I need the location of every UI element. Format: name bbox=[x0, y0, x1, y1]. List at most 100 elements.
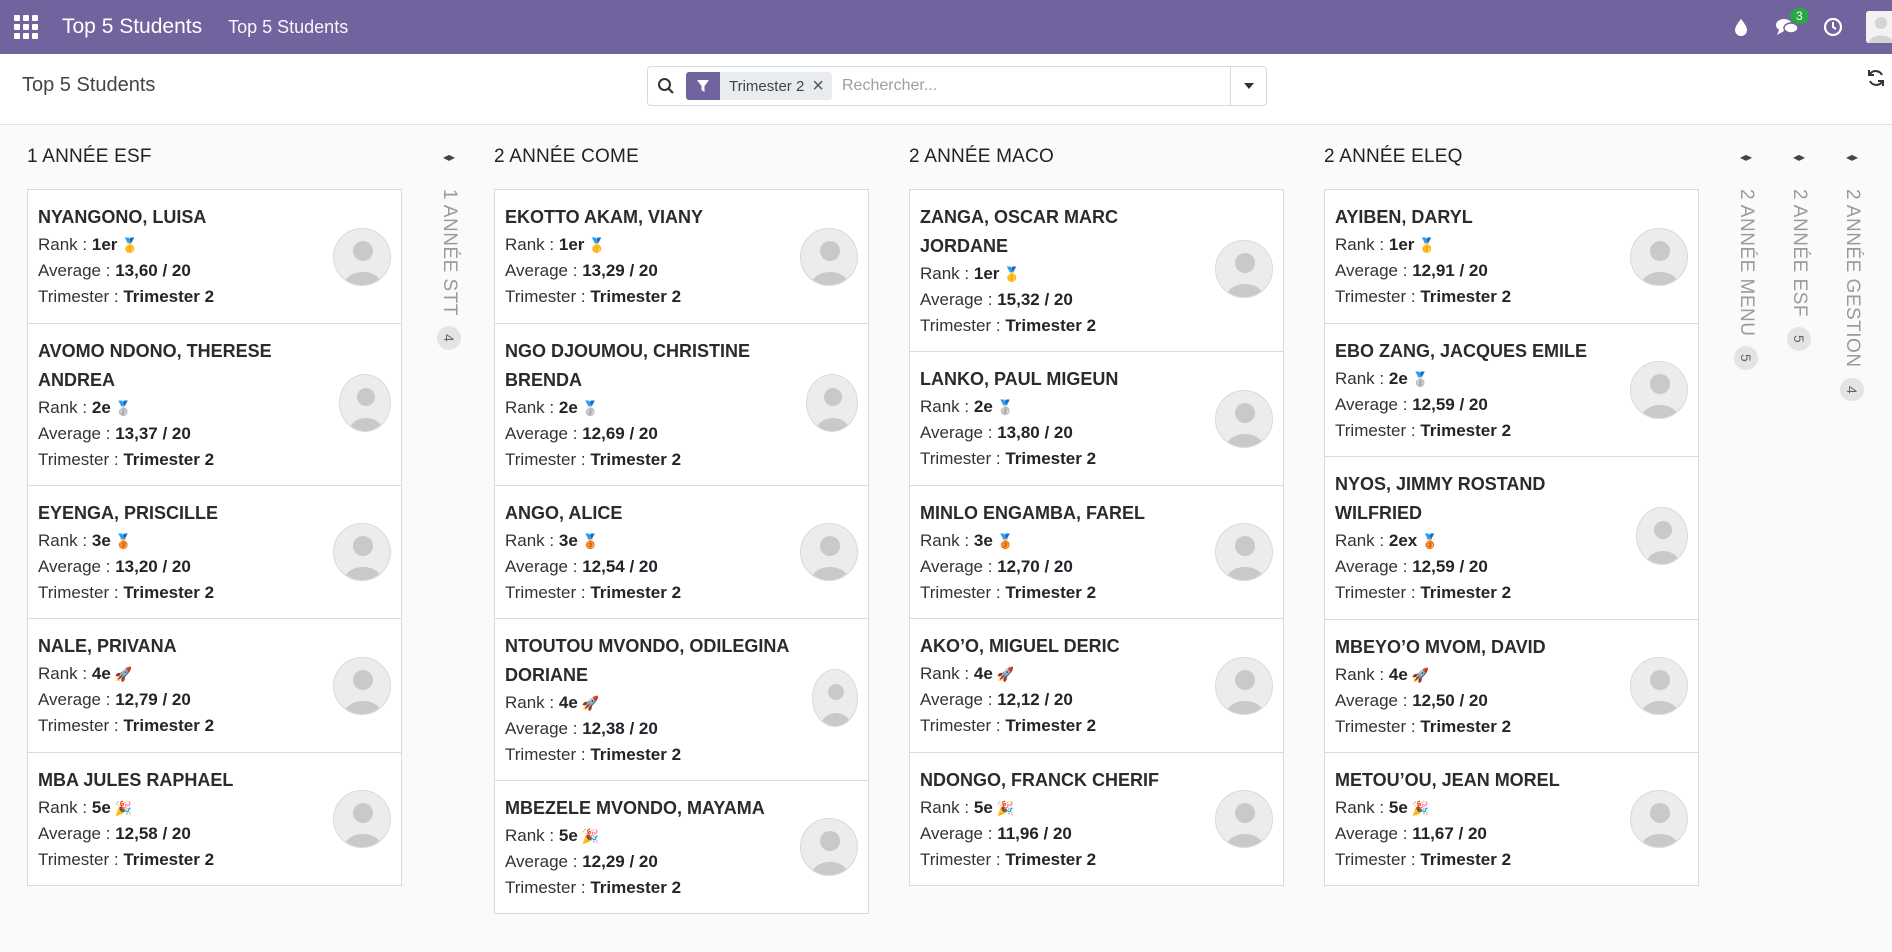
average-value: 12,91 / 20 bbox=[1412, 261, 1488, 280]
student-card[interactable]: EYENGA, PRISCILLE Rank : 3e 🥉 Average : 1… bbox=[27, 485, 402, 618]
messages-icon[interactable]: 3 bbox=[1774, 8, 1809, 40]
student-card[interactable]: MBEYO’O MVOM, DAVID Rank : 4e 🚀 Average :… bbox=[1324, 619, 1699, 752]
student-card[interactable]: ANGO, ALICE Rank : 3e 🥉 Average : 12,54 /… bbox=[494, 485, 869, 618]
search-box[interactable]: Trimester 2 × bbox=[647, 66, 1267, 106]
average-label: Average : bbox=[920, 557, 998, 576]
student-avatar bbox=[1215, 240, 1273, 298]
student-card[interactable]: NYOS, JIMMY ROSTAND WILFRIED Rank : 2ex 🥉… bbox=[1324, 456, 1699, 619]
average-label: Average : bbox=[38, 261, 116, 280]
bronze-medal-icon: 🥉 bbox=[581, 533, 600, 549]
folded-column[interactable]: ◂▸ 2 ANNÉE ESF 5 bbox=[1784, 125, 1814, 351]
clock-icon[interactable] bbox=[1820, 14, 1846, 40]
student-card[interactable]: NYANGONO, LUISA Rank : 1er 🥇 Average : 13… bbox=[27, 189, 402, 323]
student-avatar bbox=[812, 669, 858, 727]
facet-remove-icon[interactable]: × bbox=[812, 76, 832, 96]
control-panel: Top 5 Students Trimester 2 × bbox=[0, 54, 1892, 125]
unfold-icon[interactable]: ◂▸ bbox=[1731, 125, 1761, 189]
student-name: MBA JULES RAPHAEL bbox=[38, 770, 234, 790]
rocket-icon: 🚀 bbox=[581, 695, 600, 711]
student-card[interactable]: MBEZELE MVONDO, MAYAMA Rank : 5e 🎉 Averag… bbox=[494, 780, 869, 913]
rank-value: 5e bbox=[973, 798, 993, 817]
student-name: AKO’O, MIGUEL DERIC bbox=[920, 636, 1120, 656]
silver-medal-icon: 🥈 bbox=[581, 400, 600, 416]
student-name: MBEZELE MVONDO, MAYAMA bbox=[505, 798, 765, 818]
student-card[interactable]: EBO ZANG, JACQUES EMILE Rank : 2e 🥈 Avera… bbox=[1324, 323, 1699, 456]
average-label: Average : bbox=[1335, 395, 1413, 414]
average-value: 13,37 / 20 bbox=[115, 424, 191, 443]
apps-menu-icon[interactable] bbox=[14, 15, 38, 39]
trimester-label: Trimester : bbox=[38, 583, 124, 602]
student-avatar bbox=[1630, 790, 1688, 848]
student-name: METOU’OU, JEAN MOREL bbox=[1335, 770, 1560, 790]
rank-value: 2e bbox=[558, 398, 578, 417]
student-card[interactable]: ZANGA, OSCAR MARC JORDANE Rank : 1er 🥇 Av… bbox=[909, 189, 1284, 351]
student-card[interactable]: MINLO ENGAMBA, FAREL Rank : 3e 🥉 Average … bbox=[909, 485, 1284, 618]
student-name: NYOS, JIMMY ROSTAND WILFRIED bbox=[1335, 474, 1546, 523]
rank-value: 3e bbox=[91, 531, 111, 550]
trimester-label: Trimester : bbox=[38, 850, 124, 869]
rank-value: 4e bbox=[973, 664, 993, 683]
drop-icon[interactable] bbox=[1728, 14, 1754, 40]
search-icon[interactable] bbox=[648, 67, 684, 105]
bronze-medal-icon: 🥉 bbox=[114, 533, 133, 549]
student-card[interactable]: NGO DJOUMOU, CHRISTINE BRENDA Rank : 2e 🥈… bbox=[494, 323, 869, 485]
student-card[interactable]: AYIBEN, DARYL Rank : 1er 🥇 Average : 12,9… bbox=[1324, 189, 1699, 323]
trimester-value: Trimester 2 bbox=[1420, 850, 1512, 869]
rank-label: Rank : bbox=[38, 798, 92, 817]
folded-column[interactable]: ◂▸ 2 ANNÉE MENU 5 bbox=[1731, 125, 1761, 371]
bronze-medal-icon: 🥉 bbox=[996, 533, 1015, 549]
student-card[interactable]: AKO’O, MIGUEL DERIC Rank : 4e 🚀 Average :… bbox=[909, 618, 1284, 752]
unfold-icon[interactable]: ◂▸ bbox=[1837, 125, 1867, 189]
student-avatar bbox=[1630, 657, 1688, 715]
student-card[interactable]: LANKO, PAUL MIGEUN Rank : 2e 🥈 Average : … bbox=[909, 351, 1284, 485]
unfold-icon[interactable]: ◂▸ bbox=[1784, 125, 1814, 189]
user-avatar[interactable] bbox=[1866, 11, 1892, 43]
student-avatar bbox=[1630, 361, 1688, 419]
unfold-icon[interactable]: ◂▸ bbox=[434, 125, 464, 189]
search-options-toggle[interactable] bbox=[1230, 67, 1266, 105]
average-label: Average : bbox=[1335, 557, 1413, 576]
trimester-label: Trimester : bbox=[920, 583, 1006, 602]
student-card[interactable]: AVOMO NDONO, THERESE ANDREA Rank : 2e 🥈 A… bbox=[27, 323, 402, 485]
trimester-label: Trimester : bbox=[38, 716, 124, 735]
average-label: Average : bbox=[920, 690, 998, 709]
student-card[interactable]: NDONGO, FRANCK CHERIF Rank : 5e 🎉 Average… bbox=[909, 752, 1284, 885]
average-label: Average : bbox=[920, 290, 998, 309]
refresh-icon[interactable] bbox=[1866, 68, 1886, 88]
rank-label: Rank : bbox=[505, 531, 559, 550]
average-label: Average : bbox=[1335, 824, 1413, 843]
folded-column[interactable]: ◂▸ 2 ANNÉE GESTION 4 bbox=[1837, 125, 1867, 402]
student-card[interactable]: EKOTTO AKAM, VIANY Rank : 1er 🥇 Average :… bbox=[494, 189, 869, 323]
trimester-value: Trimester 2 bbox=[123, 583, 215, 602]
trimester-value: Trimester 2 bbox=[590, 583, 682, 602]
folded-column[interactable]: ◂▸ 1 ANNÉE STT 4 bbox=[434, 125, 464, 350]
app-title[interactable]: Top 5 Students bbox=[62, 15, 202, 39]
folded-column-count: 4 bbox=[437, 325, 461, 350]
rank-label: Rank : bbox=[1335, 531, 1389, 550]
average-value: 13,20 / 20 bbox=[115, 557, 191, 576]
trimester-value: Trimester 2 bbox=[123, 850, 215, 869]
rank-label: Rank : bbox=[1335, 369, 1389, 388]
rank-value: 2e bbox=[1388, 369, 1408, 388]
trimester-label: Trimester : bbox=[505, 583, 591, 602]
trimester-value: Trimester 2 bbox=[1005, 583, 1097, 602]
search-input[interactable] bbox=[841, 77, 1192, 95]
student-avatar bbox=[800, 228, 858, 286]
rank-label: Rank : bbox=[505, 693, 559, 712]
trimester-label: Trimester : bbox=[920, 316, 1006, 335]
student-card[interactable]: MBA JULES RAPHAEL Rank : 5e 🎉 Average : 1… bbox=[27, 752, 402, 885]
kanban-column: 2 ANNÉE COME EKOTTO AKAM, VIANY Rank : 1… bbox=[494, 125, 869, 914]
student-avatar bbox=[1215, 390, 1273, 448]
student-avatar bbox=[1215, 790, 1273, 848]
average-value: 12,79 / 20 bbox=[115, 690, 191, 709]
menu-item-top5[interactable]: Top 5 Students bbox=[228, 17, 348, 38]
trimester-label: Trimester : bbox=[1335, 583, 1421, 602]
rank-label: Rank : bbox=[920, 264, 974, 283]
student-card[interactable]: NTOUTOU MVONDO, ODILEGINA DORIANE Rank :… bbox=[494, 618, 869, 780]
student-card[interactable]: METOU’OU, JEAN MOREL Rank : 5e 🎉 Average … bbox=[1324, 752, 1699, 885]
average-label: Average : bbox=[38, 690, 116, 709]
gold-medal-icon: 🥇 bbox=[1003, 266, 1021, 282]
trimester-value: Trimester 2 bbox=[590, 287, 682, 306]
average-value: 12,70 / 20 bbox=[997, 557, 1073, 576]
student-card[interactable]: NALE, PRIVANA Rank : 4e 🚀 Average : 12,79… bbox=[27, 618, 402, 752]
